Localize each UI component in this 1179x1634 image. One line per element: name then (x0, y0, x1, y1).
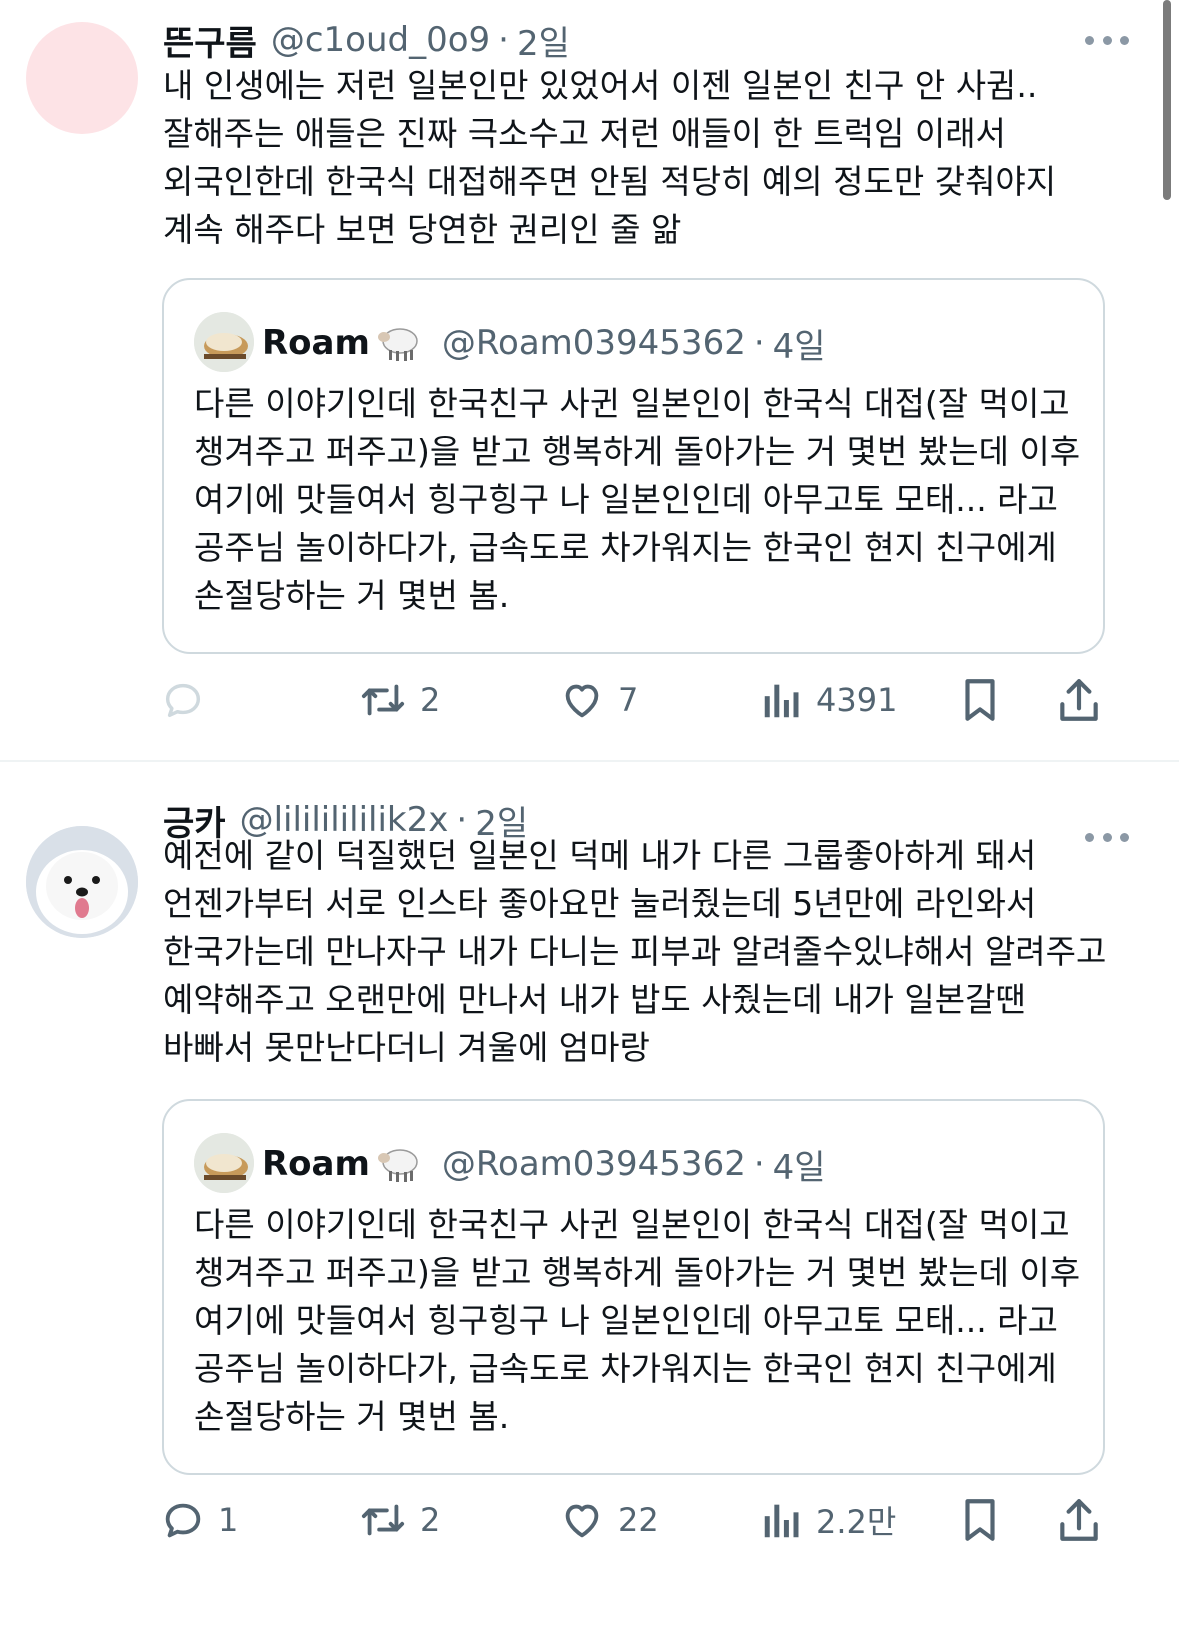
quote-avatar (194, 1133, 254, 1193)
quote-header: Roam @Roam03945362 · 4일 (262, 1135, 826, 1193)
share-icon (1060, 1499, 1098, 1541)
view-count: 2.2만 (816, 1503, 897, 1541)
timestamp[interactable]: 2일 (517, 16, 570, 65)
quote-display-name: Roam (262, 323, 370, 363)
sheep-emoji-icon (376, 323, 424, 363)
tweet[interactable]: 뜬구름 @c1oud_0o9 · 2일 내 인생에는 저런 일본인만 있었어서 … (0, 0, 1179, 792)
quote-timestamp: 4일 (772, 1147, 826, 1188)
more-icon[interactable] (1085, 32, 1129, 48)
heart-icon (565, 684, 599, 718)
tweet-text: 내 인생에는 저런 일본인만 있었어서 이젠 일본인 친구 안 사귐.. 잘해주… (163, 66, 1057, 249)
quote-user-handle: @Roam03945362 (441, 323, 746, 363)
bookmark-button[interactable] (958, 1490, 1002, 1550)
share-icon (1060, 679, 1098, 721)
separator-dot: · (498, 20, 509, 60)
separator-dot: · (753, 323, 765, 363)
bookmark-icon (965, 679, 995, 721)
quote-avatar (194, 312, 254, 372)
views-icon (764, 1504, 799, 1538)
action-bar: 2 7 4391 (158, 670, 1108, 730)
tweet-text: 예전에 같이 덕질했던 일본인 덕메 내가 다른 그룹좋아하게 돼서 언젠가부터… (163, 836, 1107, 1067)
reply-count: 1 (218, 1501, 239, 1539)
quote-display-name: Roam (262, 1144, 370, 1184)
reply-button[interactable] (160, 670, 218, 730)
share-button[interactable] (1056, 670, 1102, 730)
quote-text: 다른 이야기인데 한국친구 사귄 일본인이 한국식 대접(잘 먹이고 챙겨주고 … (194, 384, 1081, 615)
display-name[interactable]: 뜬구름 (163, 16, 257, 65)
reply-icon (165, 683, 201, 718)
sheep-emoji-icon (376, 1144, 424, 1184)
retweet-button[interactable]: 2 (358, 670, 440, 730)
heart-icon (565, 1504, 599, 1538)
views-button[interactable]: 2.2만 (760, 1490, 896, 1550)
retweet-button[interactable]: 2 (358, 1490, 440, 1550)
bookmark-button[interactable] (958, 670, 1002, 730)
tweet-header: 뜬구름 @c1oud_0o9 · 2일 (163, 12, 1109, 68)
reply-icon (165, 1503, 201, 1538)
like-count: 22 (618, 1501, 659, 1539)
quote-tweet[interactable]: Roam @Roam03945362 · 4일 다른 이야기인데 한국친구 사귄… (162, 278, 1105, 654)
like-button[interactable]: 7 (558, 670, 638, 730)
views-icon (764, 684, 799, 718)
bookmark-icon (965, 1499, 995, 1541)
user-handle[interactable]: @c1oud_0o9 (271, 20, 490, 60)
quote-tweet[interactable]: Roam @Roam03945362 · 4일 다른 이야기인데 한국친구 사귄… (162, 1099, 1105, 1475)
retweet-count: 2 (420, 1501, 441, 1539)
quote-header: Roam @Roam03945362 · 4일 (262, 314, 826, 372)
views-button[interactable]: 4391 (760, 670, 897, 730)
retweet-count: 2 (420, 681, 441, 719)
quote-text: 다른 이야기인데 한국친구 사귄 일본인이 한국식 대접(잘 먹이고 챙겨주고 … (194, 1205, 1081, 1436)
quote-user-handle: @Roam03945362 (441, 1144, 746, 1184)
tweet-divider (0, 760, 1179, 762)
quote-timestamp: 4일 (772, 326, 826, 367)
retweet-icon (361, 684, 405, 716)
reply-button[interactable]: 1 (160, 1490, 238, 1550)
avatar[interactable] (26, 826, 138, 938)
tweet[interactable]: 긍카 @lilililililik2x · 2일 예전에 같이 덕질했던 일본인… (0, 792, 1179, 1634)
like-count: 7 (618, 681, 639, 719)
separator-dot: · (753, 1144, 765, 1184)
avatar[interactable] (26, 22, 138, 134)
share-button[interactable] (1056, 1490, 1102, 1550)
action-bar: 1 2 22 2.2만 (158, 1490, 1108, 1550)
retweet-icon (361, 1504, 405, 1536)
like-button[interactable]: 22 (558, 1490, 659, 1550)
view-count: 4391 (816, 681, 898, 719)
